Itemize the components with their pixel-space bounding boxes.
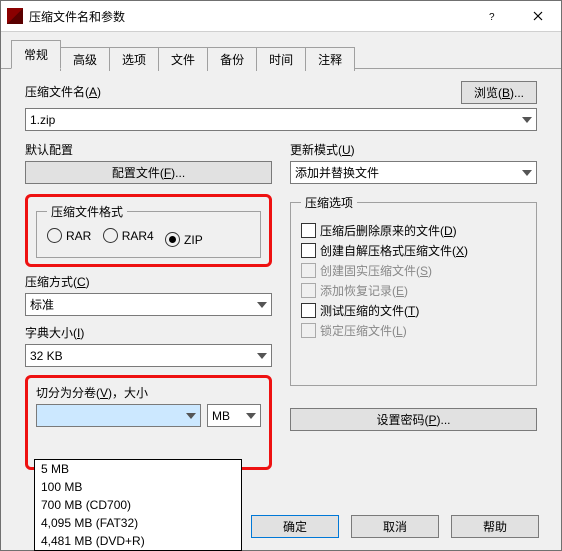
option-l: 锁定压缩文件(L) bbox=[301, 322, 526, 339]
dictionary-size-select[interactable]: 32 KB bbox=[25, 344, 272, 367]
option-d[interactable]: 压缩后删除原来的文件(D) bbox=[301, 222, 526, 239]
archiving-options-legend: 压缩选项 bbox=[301, 194, 357, 211]
option-e: 添加恢复记录(E) bbox=[301, 282, 526, 299]
format-highlight: 压缩文件格式 RAR RAR4 ZIP bbox=[25, 194, 272, 267]
format-rar[interactable]: RAR bbox=[47, 228, 91, 243]
compression-method-label: 压缩方式(C) bbox=[25, 273, 272, 290]
split-size-dropdown-list: 5 MB 100 MB 700 MB (CD700) 4,095 MB (FAT… bbox=[34, 459, 242, 551]
update-mode-label: 更新模式(U) bbox=[290, 141, 537, 158]
tab-general[interactable]: 常规 bbox=[11, 40, 61, 69]
tab-options[interactable]: 选项 bbox=[109, 47, 159, 71]
split-option[interactable]: 5 MB bbox=[35, 460, 241, 478]
window-title: 压缩文件名和参数 bbox=[29, 8, 469, 25]
split-size-select[interactable] bbox=[36, 404, 201, 427]
archive-name-label: 压缩文件名(A) bbox=[25, 83, 101, 100]
tab-advanced[interactable]: 高级 bbox=[60, 47, 110, 71]
split-option[interactable]: 700 MB (CD700) bbox=[35, 496, 241, 514]
tab-time[interactable]: 时间 bbox=[256, 47, 306, 71]
option-x[interactable]: 创建自解压格式压缩文件(X) bbox=[301, 242, 526, 259]
tab-backup[interactable]: 备份 bbox=[207, 47, 257, 71]
split-option[interactable]: 4,095 MB (FAT32) bbox=[35, 514, 241, 532]
help-button[interactable]: ? bbox=[469, 1, 515, 31]
cancel-button[interactable]: 取消 bbox=[351, 515, 439, 538]
archiving-options-group: 压缩选项 压缩后删除原来的文件(D) 创建自解压格式压缩文件(X) 创建固实压缩文件… bbox=[290, 194, 537, 386]
tab-comment[interactable]: 注释 bbox=[305, 47, 355, 71]
app-icon bbox=[7, 8, 23, 24]
default-profile-label: 默认配置 bbox=[25, 141, 272, 158]
close-button[interactable] bbox=[515, 1, 561, 31]
split-option[interactable]: 4,481 MB (DVD+R) bbox=[35, 532, 241, 550]
tab-bar: 常规 高级 选项 文件 备份 时间 注释 bbox=[1, 38, 561, 69]
tab-files[interactable]: 文件 bbox=[158, 47, 208, 71]
ok-button[interactable]: 确定 bbox=[251, 515, 339, 538]
archive-format-legend: 压缩文件格式 bbox=[47, 203, 127, 220]
svg-text:?: ? bbox=[489, 12, 495, 21]
archive-format-group: 压缩文件格式 RAR RAR4 ZIP bbox=[36, 203, 261, 258]
option-s: 创建固实压缩文件(S) bbox=[301, 262, 526, 279]
split-highlight: 切分为分卷(V)，大小 MB bbox=[25, 375, 272, 470]
split-option[interactable]: 100 MB bbox=[35, 478, 241, 496]
split-volumes-label: 切分为分卷(V)，大小 bbox=[36, 384, 261, 401]
archive-name-input[interactable]: 1.zip bbox=[25, 108, 537, 131]
update-mode-select[interactable]: 添加并替换文件 bbox=[290, 161, 537, 184]
split-unit-select[interactable]: MB bbox=[207, 404, 261, 427]
browse-button[interactable]: 浏览(B)... bbox=[461, 81, 537, 104]
option-t[interactable]: 测试压缩的文件(T) bbox=[301, 302, 526, 319]
set-password-button[interactable]: 设置密码(P)... bbox=[290, 408, 537, 431]
dictionary-size-label: 字典大小(I) bbox=[25, 324, 272, 341]
compression-method-select[interactable]: 标准 bbox=[25, 293, 272, 316]
archive-dialog: 压缩文件名和参数 ? 常规 高级 选项 文件 备份 时间 注释 压缩文件名(A)… bbox=[0, 0, 562, 551]
profiles-button[interactable]: 配置文件(F)... bbox=[25, 161, 272, 184]
format-zip[interactable]: ZIP bbox=[165, 232, 203, 247]
help-footer-button[interactable]: 帮助 bbox=[451, 515, 539, 538]
format-rar4[interactable]: RAR4 bbox=[103, 228, 154, 243]
titlebar: 压缩文件名和参数 ? bbox=[1, 1, 561, 32]
